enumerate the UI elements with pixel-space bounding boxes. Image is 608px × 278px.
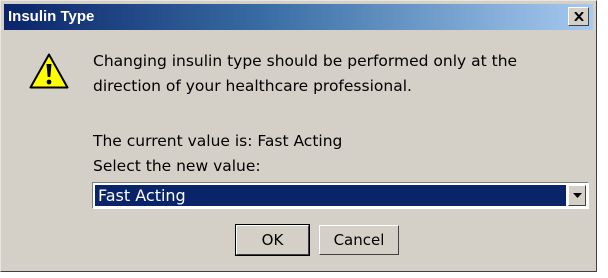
chevron-down-icon xyxy=(572,193,582,198)
close-icon xyxy=(573,12,584,21)
cancel-button[interactable]: Cancel xyxy=(319,225,399,255)
dropdown-button[interactable] xyxy=(568,185,586,206)
warning-icon xyxy=(29,53,69,89)
select-label: Select the new value: xyxy=(93,157,261,175)
selected-value: Fast Acting xyxy=(95,185,566,206)
title-bar[interactable]: Insulin Type xyxy=(4,4,593,30)
dialog-title: Insulin Type xyxy=(8,8,95,25)
insulin-type-select[interactable]: Fast Acting xyxy=(92,182,589,209)
close-button[interactable] xyxy=(568,7,589,26)
insulin-type-dialog: Insulin Type Changing insulin type shoul… xyxy=(0,0,597,272)
ok-button[interactable]: OK xyxy=(235,224,310,256)
current-value-text: The current value is: Fast Acting xyxy=(93,132,343,150)
warning-message: Changing insulin type should be performe… xyxy=(93,52,518,95)
